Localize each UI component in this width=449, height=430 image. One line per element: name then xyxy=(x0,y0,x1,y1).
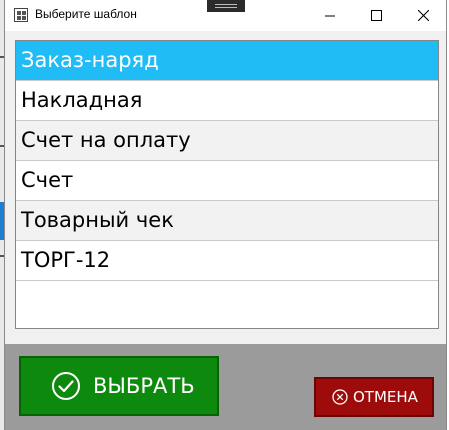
select-button-label: ВЫБРАТЬ xyxy=(93,374,195,398)
list-item[interactable]: Счет xyxy=(16,161,438,201)
list-item[interactable]: ТОРГ-12 xyxy=(16,241,438,281)
drag-grip-handle[interactable] xyxy=(207,0,245,12)
button-bar: ВЫБРАТЬ ОТМЕНА xyxy=(5,344,446,430)
cancel-button-label: ОТМЕНА xyxy=(353,388,418,406)
minimize-button[interactable] xyxy=(307,0,353,31)
x-circle-icon xyxy=(332,389,348,405)
maximize-icon xyxy=(370,10,382,21)
maximize-button[interactable] xyxy=(353,0,399,31)
minimize-icon xyxy=(325,15,335,16)
select-button[interactable]: ВЫБРАТЬ xyxy=(19,356,219,416)
close-icon xyxy=(417,10,429,21)
list-item[interactable]: Товарный чек xyxy=(16,201,438,241)
dialog-content: Заказ-наряд Накладная Счет на оплату Сче… xyxy=(5,31,446,430)
list-item[interactable]: Счет на оплату xyxy=(16,121,438,161)
select-template-dialog: Выберите шаблон Заказ-наряд Накладная Сч… xyxy=(4,0,447,430)
window-title: Выберите шаблон xyxy=(35,7,137,21)
app-icon xyxy=(14,8,28,22)
template-list[interactable]: Заказ-наряд Накладная Счет на оплату Сче… xyxy=(15,40,439,329)
list-item-selected[interactable]: Заказ-наряд xyxy=(16,41,438,81)
close-button[interactable] xyxy=(400,0,446,31)
title-bar[interactable]: Выберите шаблон xyxy=(5,0,446,31)
list-item[interactable]: Накладная xyxy=(16,81,438,121)
cancel-button[interactable]: ОТМЕНА xyxy=(314,377,434,417)
check-circle-icon xyxy=(52,372,80,400)
